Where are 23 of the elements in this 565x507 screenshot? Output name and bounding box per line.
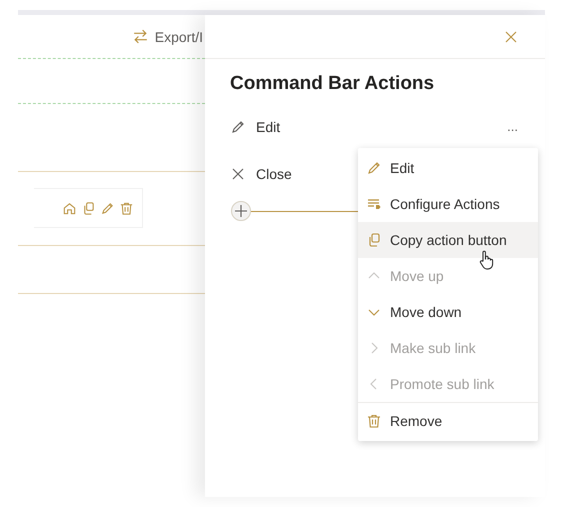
panel-title: Command Bar Actions bbox=[230, 73, 436, 95]
menu-item[interactable]: Edit bbox=[358, 150, 538, 186]
action-item[interactable]: Edit bbox=[230, 118, 280, 134]
export-label[interactable]: Export/I bbox=[154, 28, 203, 44]
menu-item[interactable]: Configure Actions bbox=[358, 186, 538, 222]
swap-arrows-icon bbox=[132, 28, 149, 45]
home-icon bbox=[62, 200, 77, 216]
close-icon bbox=[230, 166, 246, 182]
pencil-icon bbox=[230, 118, 246, 134]
trash-icon bbox=[366, 413, 382, 429]
trash-icon bbox=[119, 200, 134, 216]
pencil-icon bbox=[100, 200, 115, 216]
menu-item[interactable]: Copy action button bbox=[358, 222, 538, 258]
close-button[interactable] bbox=[503, 28, 519, 44]
menu-item[interactable]: Move down bbox=[358, 294, 538, 330]
hand-pointer-icon bbox=[478, 250, 494, 270]
close-icon bbox=[503, 28, 519, 44]
more-button[interactable]: ... bbox=[505, 119, 520, 134]
copy-icon bbox=[81, 200, 96, 216]
pencil-icon bbox=[366, 160, 382, 176]
action-item[interactable]: Close bbox=[230, 166, 292, 182]
menu-item[interactable]: Remove bbox=[358, 403, 538, 439]
add-button[interactable] bbox=[231, 201, 251, 221]
